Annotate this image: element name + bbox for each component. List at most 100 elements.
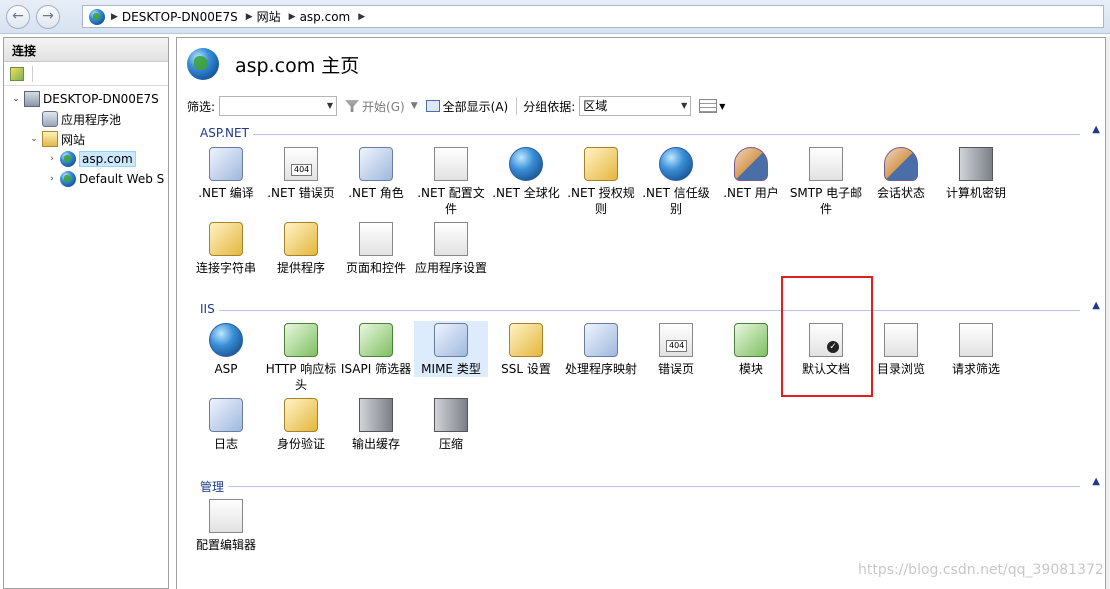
logging-icon <box>209 398 243 432</box>
feature-providers[interactable]: 提供程序 <box>264 220 338 276</box>
filter-input[interactable]: ▼ <box>219 96 338 116</box>
section-title: 管理 <box>200 478 229 495</box>
feature-net-error-pages[interactable]: 404 .NET 错误页 <box>264 145 338 201</box>
forward-button[interactable]: → <box>36 5 60 29</box>
breadcrumb-site[interactable]: asp.com <box>300 10 351 24</box>
output-caching-icon <box>359 398 393 432</box>
tree-node-app-pools[interactable]: 应用程序池 <box>4 109 168 129</box>
feature-net-globalization[interactable]: .NET 全球化 <box>489 145 563 201</box>
dropdown-arrow-icon[interactable]: ▼ <box>411 101 418 111</box>
feature-output-caching[interactable]: 输出缓存 <box>339 396 413 452</box>
connections-header: 连接 <box>4 38 168 62</box>
filter-label: 筛选: <box>187 99 216 114</box>
feature-error-pages[interactable]: 404 错误页 <box>639 321 713 377</box>
tree-node-label: Default Web S <box>79 172 165 186</box>
authentication-icon <box>284 398 318 432</box>
chevron-down-icon[interactable]: ⌄ <box>28 134 40 144</box>
toolbar-divider <box>516 97 518 115</box>
feature-authentication[interactable]: 身份验证 <box>264 396 338 452</box>
feature-ssl-settings[interactable]: SSL 设置 <box>489 321 563 377</box>
section-iis: IIS ▲ <box>200 300 1100 316</box>
globe-icon <box>60 171 76 187</box>
feature-connection-strings[interactable]: 连接字符串 <box>189 220 263 276</box>
feature-machine-key[interactable]: 计算机密钥 <box>939 145 1013 201</box>
page-header: asp.com 主页 <box>187 48 359 80</box>
feature-net-authorization[interactable]: .NET 授权规则 <box>564 145 638 217</box>
group-by-label: 分组依据: <box>523 99 576 114</box>
net-profile-icon <box>434 147 468 181</box>
feature-directory-browsing[interactable]: 目录浏览 <box>864 321 938 377</box>
globe-icon <box>187 48 219 80</box>
section-aspnet: ASP.NET ▲ <box>200 124 1100 140</box>
feature-app-settings[interactable]: 应用程序设置 <box>414 220 488 276</box>
feature-compression[interactable]: 压缩 <box>414 396 488 452</box>
feature-net-profile[interactable]: .NET 配置文件 <box>414 145 488 217</box>
ssl-settings-icon <box>509 323 543 357</box>
collapse-icon[interactable]: ▲ <box>1092 300 1100 311</box>
features-pane: asp.com 主页 筛选: ▼ 开始(G) ▼ 全部显示(A) 分组依据: 区… <box>176 37 1106 589</box>
tree-node-sites[interactable]: ⌄ 网站 <box>4 129 168 149</box>
feature-handler-mappings[interactable]: 处理程序映射 <box>564 321 638 377</box>
collapse-icon[interactable]: ▲ <box>1092 476 1100 487</box>
globe-icon <box>89 8 105 25</box>
net-authorization-icon <box>584 147 618 181</box>
chevron-right-icon: ▶ <box>245 11 253 22</box>
section-management: 管理 ▲ <box>200 476 1100 495</box>
feature-logging[interactable]: 日志 <box>189 396 263 452</box>
tree-node-label: asp.com <box>79 151 136 167</box>
feature-net-compilation[interactable]: .NET 编译 <box>189 145 263 201</box>
dropdown-arrow-icon: ▼ <box>326 101 334 110</box>
funnel-icon <box>345 100 360 112</box>
breadcrumb-sites[interactable]: 网站 <box>257 8 281 25</box>
handler-mappings-icon <box>584 323 618 357</box>
feature-request-filtering[interactable]: 请求筛选 <box>939 321 1013 377</box>
group-by-select[interactable]: 区域 ▼ <box>579 96 692 116</box>
collapse-icon[interactable]: ▲ <box>1092 124 1100 135</box>
connections-tree: ⌄ DESKTOP-DN00E7S 应用程序池 ⌄ 网站 › asp.com ›… <box>4 86 168 189</box>
tree-node-default-web-site[interactable]: › Default Web S <box>4 169 168 189</box>
window-edge <box>1106 37 1110 589</box>
filter-toolbar: 筛选: ▼ 开始(G) ▼ 全部显示(A) 分组依据: 区域 ▼ ▼ <box>187 94 1102 118</box>
show-all-button[interactable]: 全部显示(A) <box>425 98 508 115</box>
tree-node-asp-com[interactable]: › asp.com <box>4 149 168 169</box>
chevron-right-icon[interactable]: › <box>46 174 58 184</box>
highlight-box <box>781 276 873 397</box>
page-title: asp.com 主页 <box>235 54 360 77</box>
forward-arrow-icon: → <box>42 8 54 24</box>
tree-node-server[interactable]: ⌄ DESKTOP-DN00E7S <box>4 89 168 109</box>
connections-pane: 连接 ⌄ DESKTOP-DN00E7S 应用程序池 ⌄ 网站 › asp.co… <box>3 37 169 589</box>
feature-modules[interactable]: 模块 <box>714 321 788 377</box>
smtp-email-icon <box>809 147 843 181</box>
show-all-icon <box>425 100 440 112</box>
feature-net-roles[interactable]: .NET 角色 <box>339 145 413 201</box>
back-button[interactable]: ← <box>6 5 30 29</box>
address-bar: ← → ▶ DESKTOP-DN00E7S ▶ 网站 ▶ asp.com ▶ <box>0 0 1110 34</box>
chevron-down-icon[interactable]: ⌄ <box>10 94 22 104</box>
connect-icon[interactable] <box>10 66 24 81</box>
dropdown-arrow-icon[interactable]: ▼ <box>719 102 725 111</box>
feature-mime-types[interactable]: MIME 类型 <box>414 321 488 377</box>
app-settings-icon <box>434 222 468 256</box>
view-icon[interactable] <box>699 99 718 113</box>
tree-node-label: 网站 <box>61 132 86 147</box>
chevron-right-icon[interactable]: › <box>46 154 58 164</box>
address-field[interactable]: ▶ DESKTOP-DN00E7S ▶ 网站 ▶ asp.com ▶ <box>82 5 1104 28</box>
configuration-editor-icon <box>209 499 243 533</box>
server-icon <box>24 91 40 107</box>
modules-icon <box>734 323 768 357</box>
globe-icon <box>60 151 76 167</box>
app-pool-icon <box>42 111 58 127</box>
feature-net-users[interactable]: .NET 用户 <box>714 145 788 201</box>
feature-pages-controls[interactable]: 页面和控件 <box>339 220 413 276</box>
feature-net-trust-levels[interactable]: .NET 信任级别 <box>639 145 713 217</box>
feature-smtp-email[interactable]: SMTP 电子邮件 <box>789 145 863 217</box>
feature-configuration-editor[interactable]: 配置编辑器 <box>189 497 263 553</box>
connections-toolbar <box>4 62 168 86</box>
feature-isapi-filters[interactable]: ISAPI 筛选器 <box>339 321 413 377</box>
feature-asp[interactable]: ASP <box>189 321 263 377</box>
start-filter-button[interactable]: 开始(G) <box>345 98 405 115</box>
mime-types-icon <box>434 323 468 357</box>
breadcrumb-server[interactable]: DESKTOP-DN00E7S <box>122 10 238 24</box>
feature-http-headers[interactable]: HTTP 响应标头 <box>264 321 338 393</box>
feature-session-state[interactable]: 会话状态 <box>864 145 938 201</box>
